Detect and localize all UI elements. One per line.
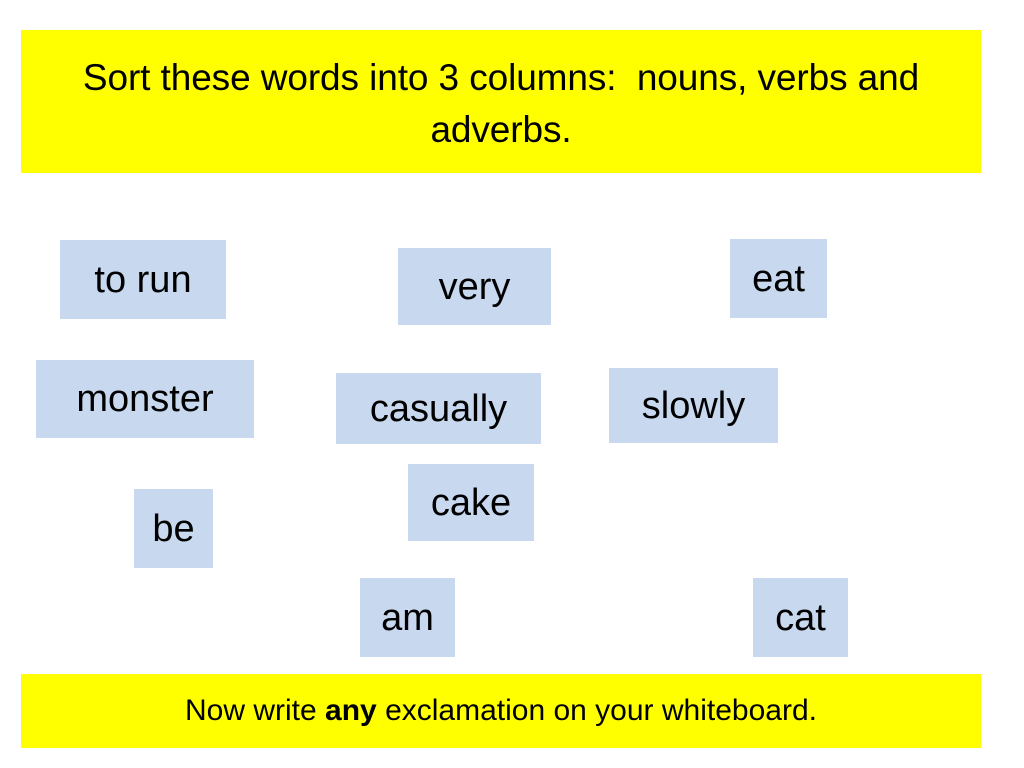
word-tile[interactable]: slowly <box>609 368 778 443</box>
word-tile[interactable]: monster <box>36 360 254 438</box>
word-tile[interactable]: am <box>360 578 455 657</box>
footer-text-after: exclamation on your whiteboard. <box>376 694 817 727</box>
word-tile[interactable]: cake <box>408 464 534 541</box>
footer-instruction: Now write any exclamation on your whiteb… <box>185 693 817 729</box>
word-tile[interactable]: to run <box>60 240 226 319</box>
slide-canvas: Sort these words into 3 columns: nouns, … <box>0 0 1024 768</box>
footer-banner: Now write any exclamation on your whiteb… <box>21 674 981 748</box>
word-tile[interactable]: very <box>398 248 551 325</box>
footer-text-emphasis: any <box>325 694 377 727</box>
word-tile[interactable]: cat <box>753 578 848 657</box>
footer-text-before: Now write <box>185 694 326 727</box>
title-banner: Sort these words into 3 columns: nouns, … <box>21 30 981 173</box>
word-tile[interactable]: casually <box>336 373 541 444</box>
word-tile[interactable]: eat <box>730 239 827 318</box>
word-tile[interactable]: be <box>134 489 213 568</box>
slide-title: Sort these words into 3 columns: nouns, … <box>82 57 930 150</box>
